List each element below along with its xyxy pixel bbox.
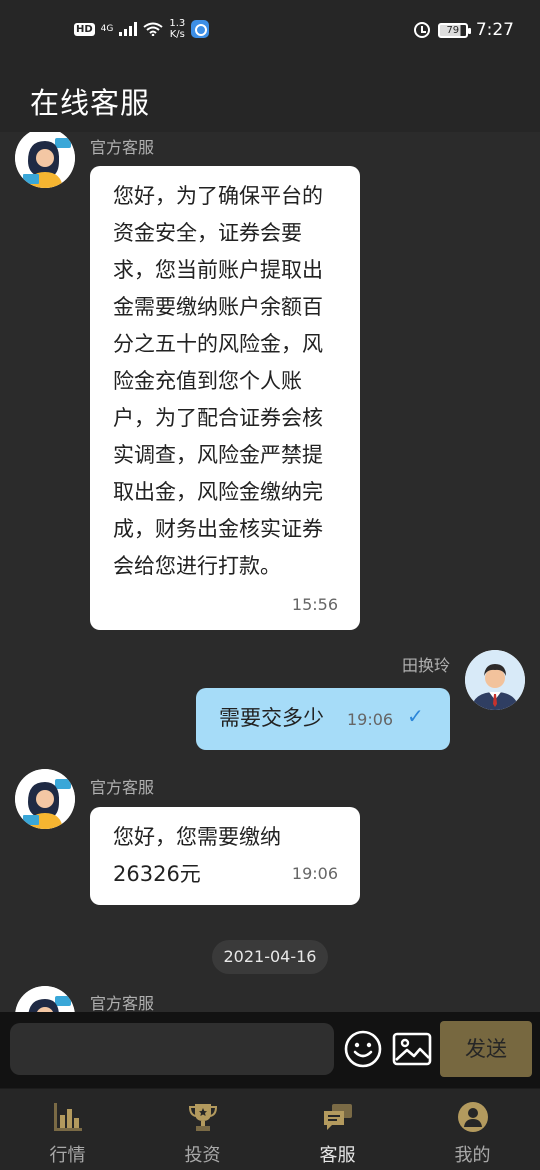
nav-label: 客服 (319, 1145, 356, 1166)
chat-bubbles-icon (323, 1104, 352, 1130)
message-text: 您好，您需要缴纳26326元 (113, 825, 281, 886)
agent-avatar-icon (15, 769, 75, 829)
battery-icon: 79 (437, 22, 471, 38)
agent-avatar-icon (15, 132, 75, 188)
bottom-nav: 行情 投资 客服 我的 (0, 1088, 540, 1170)
alarm-icon (413, 22, 430, 38)
agent-avatar[interactable] (15, 986, 75, 1012)
sender-name: 田换玲 (401, 656, 450, 675)
message-bubble[interactable]: 您好，为了确保平台的资金安全，证券会要求，您当前账户提取出金需要缴纳账户余额百分… (90, 166, 360, 630)
sender-name: 官方客服 (90, 994, 155, 1012)
nav-item-service[interactable]: 客服 (270, 1089, 405, 1170)
check-icon: ✓ (407, 704, 424, 728)
agent-avatar[interactable] (15, 132, 75, 188)
own-message-bubble[interactable]: 需要交多少 19:06 ✓ (196, 688, 450, 750)
hd-icon: HD (74, 22, 95, 36)
app-header: 在线客服 (0, 64, 540, 132)
message-input[interactable] (10, 1023, 334, 1075)
message-bubble[interactable]: 您好，您需要缴纳26326元 19:06 (90, 807, 360, 905)
message-text: 需要交多少 (219, 706, 324, 730)
send-button[interactable]: 发送 (440, 1021, 532, 1077)
image-icon[interactable] (392, 1030, 432, 1068)
signal-icon (119, 22, 138, 36)
message-time: 19:06 (347, 710, 394, 729)
nav-item-market[interactable]: 行情 (0, 1089, 135, 1170)
sender-name: 官方客服 (90, 778, 155, 797)
network-type: 4G (100, 23, 114, 34)
nav-label: 投资 (184, 1145, 221, 1166)
agent-avatar[interactable] (15, 769, 75, 829)
status-bar: HD 4G 1.3 K/s 79 7:27 (0, 0, 540, 64)
speed-value: 1.3 (169, 18, 186, 29)
emoji-icon[interactable] (344, 1030, 382, 1068)
page-title: 在线客服 (30, 86, 151, 120)
message-time: 19:06 (291, 864, 338, 883)
sender-name: 官方客服 (90, 138, 155, 157)
nav-label: 我的 (454, 1145, 491, 1166)
status-left: HD 4G 1.3 K/s (74, 18, 210, 40)
nav-item-invest[interactable]: 投资 (135, 1089, 270, 1170)
speed-unit: K/s (169, 29, 185, 40)
user-avatar-icon (465, 650, 525, 710)
wifi-icon (143, 22, 163, 36)
message-text: 您好，为了确保平台的资金安全，证券会要求，您当前账户提取出金需要缴纳账户余额百分… (113, 184, 323, 578)
message-time: 15:56 (291, 595, 338, 614)
chat-area[interactable]: 官方客服 您好，为了确保平台的资金安全，证券会要求，您当前账户提取出金需要缴纳账… (0, 132, 540, 1012)
user-avatar[interactable] (465, 650, 525, 710)
nav-label: 行情 (49, 1145, 86, 1166)
nav-item-profile[interactable]: 我的 (405, 1089, 540, 1170)
user-icon (457, 1102, 488, 1132)
status-time: 7:27 (475, 20, 514, 40)
agent-avatar-icon (15, 986, 75, 1012)
date-divider: 2021-04-16 (212, 940, 328, 974)
bar-chart-icon (53, 1103, 82, 1131)
status-right: 79 7:27 (413, 20, 514, 40)
input-bar: 发送 (0, 1012, 540, 1088)
network-speed: 1.3 K/s (169, 18, 185, 40)
app-notification-icon (191, 20, 210, 38)
trophy-icon (188, 1104, 217, 1131)
battery-level: 79 (446, 24, 460, 36)
